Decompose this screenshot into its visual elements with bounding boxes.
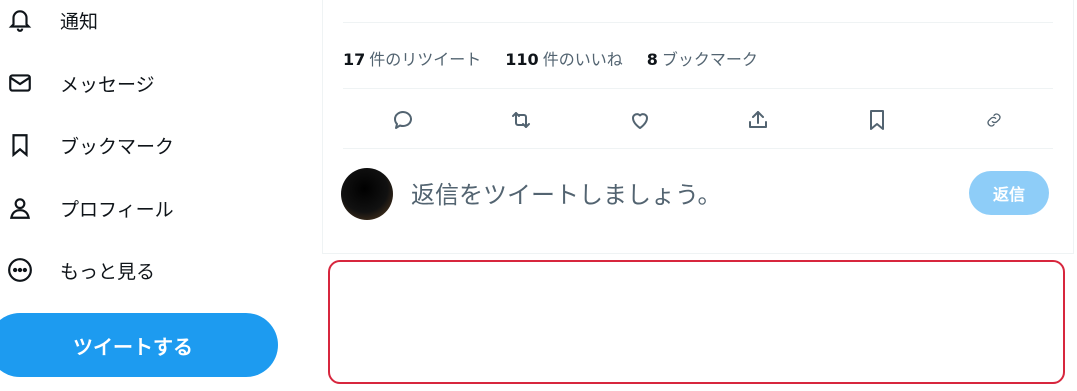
bell-icon (0, 0, 40, 40)
bookmark-icon (870, 110, 884, 130)
sidebar-item-more[interactable]: もっと見る (0, 250, 155, 290)
like-count[interactable]: 110 件のいいね (505, 46, 622, 70)
reply-input[interactable] (409, 176, 953, 214)
sidebar-item-label: プロフィール (60, 198, 174, 221)
retweet-count[interactable]: 17 件のリツイート (343, 46, 481, 70)
retweet-icon (512, 112, 530, 128)
sidebar-item-label: ブックマーク (60, 135, 175, 158)
tweet-button[interactable]: ツイートする (0, 313, 278, 377)
sidebar-item-notifications[interactable]: 通知 (0, 0, 98, 40)
bookmark-count[interactable]: 8 ブックマーク (647, 46, 758, 70)
copy-link-button[interactable] (977, 103, 1011, 137)
link-icon (987, 113, 1001, 127)
like-icon (632, 113, 648, 129)
sidebar-item-label: もっと見る (60, 260, 156, 283)
divider (343, 148, 1053, 149)
sidebar-item-label: 通知 (60, 10, 99, 33)
divider (343, 22, 1053, 23)
envelope-icon (0, 63, 40, 103)
divider (343, 88, 1053, 89)
sidebar-item-profile[interactable]: プロフィール (0, 188, 174, 228)
reply-submit-button[interactable]: 返信 (969, 171, 1049, 215)
share-button[interactable] (741, 103, 775, 137)
like-button[interactable] (623, 103, 657, 137)
tweet-detail: 17 件のリツイート 110 件のいいね 8 ブックマーク 返信 (322, 0, 1074, 254)
bookmark-button[interactable] (860, 103, 894, 137)
retweet-button[interactable] (504, 103, 538, 137)
bookmark-icon (0, 125, 40, 165)
reply-icon (394, 111, 412, 129)
share-icon (749, 111, 767, 128)
avatar[interactable] (341, 168, 393, 220)
sidebar-item-messages[interactable]: メッセージ (0, 63, 155, 103)
sidebar-item-label: メッセージ (60, 73, 155, 96)
more-circle-icon (0, 250, 40, 290)
tweet-stats: 17 件のリツイート 110 件のいいね 8 ブックマーク (343, 46, 758, 70)
person-icon (0, 188, 40, 228)
reply-button[interactable] (386, 103, 420, 137)
sidebar-nav: 通知 メッセージ ブックマーク プロフィール もっと見る ツイートする (0, 0, 300, 391)
highlight-box (328, 260, 1065, 384)
sidebar-item-bookmarks[interactable]: ブックマーク (0, 125, 174, 165)
